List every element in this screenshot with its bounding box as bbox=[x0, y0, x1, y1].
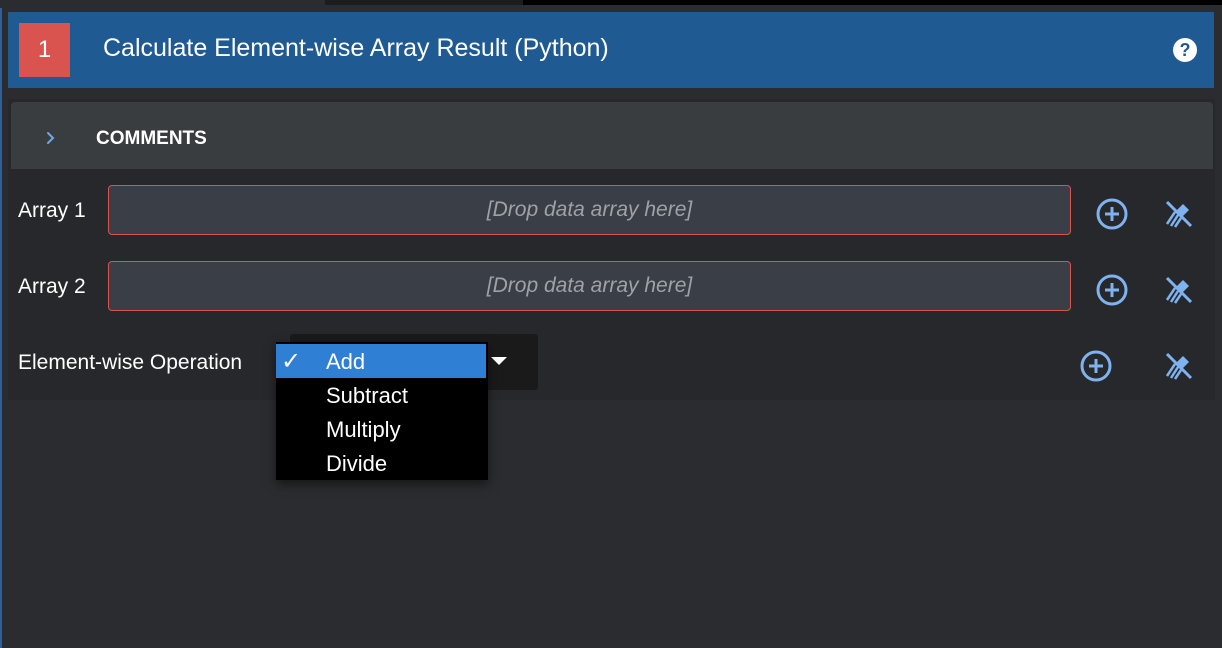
app-window: 1 Calculate Element-wise Array Result (P… bbox=[0, 0, 1222, 648]
plus-circle-icon[interactable] bbox=[1094, 196, 1130, 232]
option-label: Add bbox=[326, 349, 366, 374]
array-2-drop-zone[interactable]: [Drop data array here] bbox=[108, 261, 1071, 311]
node-panel: COMMENTS Array 1 [Drop data array here] … bbox=[8, 99, 1215, 400]
broom-icon[interactable] bbox=[1161, 196, 1197, 232]
broom-icon[interactable] bbox=[1161, 348, 1197, 384]
node-title: Calculate Element-wise Array Result (Pyt… bbox=[103, 34, 609, 62]
option-multiply[interactable]: Multiply bbox=[276, 412, 488, 446]
node-header: 1 Calculate Element-wise Array Result (P… bbox=[8, 12, 1214, 88]
question-circle-icon[interactable]: ? bbox=[1173, 38, 1197, 62]
top-strip-segment bbox=[523, 0, 1222, 5]
step-number-badge: 1 bbox=[19, 23, 70, 77]
plus-circle-icon[interactable] bbox=[1094, 272, 1130, 308]
operation-dropdown-menu: ✓ Add Subtract Multiply Divide bbox=[276, 342, 488, 480]
option-label: Multiply bbox=[326, 417, 401, 442]
checkmark-icon: ✓ bbox=[281, 348, 302, 375]
top-strip-segment bbox=[325, 0, 523, 5]
option-label: Divide bbox=[326, 451, 388, 476]
array-1-label: Array 1 bbox=[18, 199, 86, 222]
option-subtract[interactable]: Subtract bbox=[276, 378, 488, 412]
broom-icon[interactable] bbox=[1161, 272, 1197, 308]
plus-circle-icon[interactable] bbox=[1078, 348, 1114, 384]
array-1-drop-zone[interactable]: [Drop data array here] bbox=[108, 185, 1071, 235]
option-label: Subtract bbox=[326, 383, 408, 408]
window-edge bbox=[0, 0, 2, 648]
operation-label: Element-wise Operation bbox=[18, 351, 243, 374]
top-strip bbox=[0, 0, 1222, 8]
chevron-down-icon[interactable] bbox=[491, 357, 507, 365]
option-add[interactable]: ✓ Add bbox=[276, 344, 486, 378]
chevron-right-icon[interactable] bbox=[43, 130, 59, 146]
comments-label: COMMENTS bbox=[96, 128, 207, 149]
array-2-label: Array 2 bbox=[18, 275, 86, 298]
option-divide[interactable]: Divide bbox=[276, 446, 488, 480]
comments-section[interactable]: COMMENTS bbox=[11, 102, 1213, 169]
